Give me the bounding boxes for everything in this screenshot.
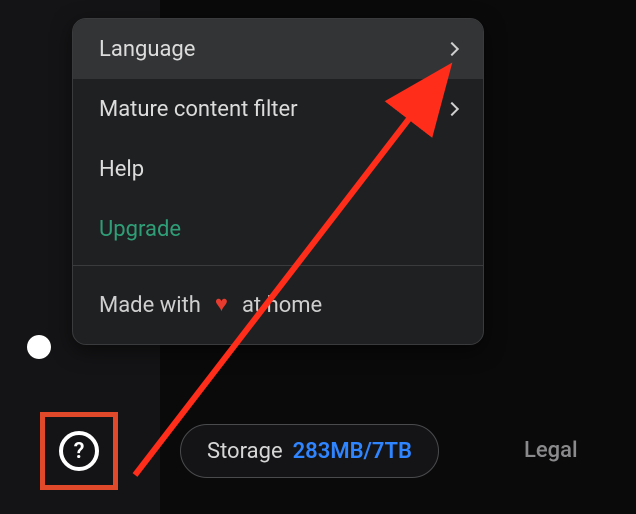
menu-footer: Made with ♥ at home xyxy=(73,266,483,344)
chevron-right-icon xyxy=(445,42,459,56)
legal-link[interactable]: Legal xyxy=(524,438,578,463)
chevron-right-icon xyxy=(445,102,459,116)
footer-suffix: at home xyxy=(242,293,322,318)
footer-prefix: Made with xyxy=(99,293,201,318)
menu-item-label: Upgrade xyxy=(99,217,181,242)
menu-item-help[interactable]: Help xyxy=(73,139,483,199)
storage-label: Storage xyxy=(207,439,283,464)
menu-item-mature-filter[interactable]: Mature content filter xyxy=(73,79,483,139)
settings-popover: Language Mature content filter Help Upgr… xyxy=(72,18,484,345)
avatar-peek xyxy=(27,335,51,359)
menu-item-label: Language xyxy=(99,37,195,62)
menu-item-language[interactable]: Language xyxy=(73,19,483,79)
question-mark-icon: ? xyxy=(74,439,85,464)
help-button-highlight: ? xyxy=(40,412,118,490)
menu-item-upgrade[interactable]: Upgrade xyxy=(73,199,483,259)
menu-item-label: Mature content filter xyxy=(99,97,298,122)
heart-icon: ♥ xyxy=(215,294,228,316)
menu-item-label: Help xyxy=(99,157,144,182)
storage-pill[interactable]: Storage 283MB/7TB xyxy=(180,424,439,478)
help-button[interactable]: ? xyxy=(59,431,99,471)
storage-value: 283MB/7TB xyxy=(293,439,412,464)
